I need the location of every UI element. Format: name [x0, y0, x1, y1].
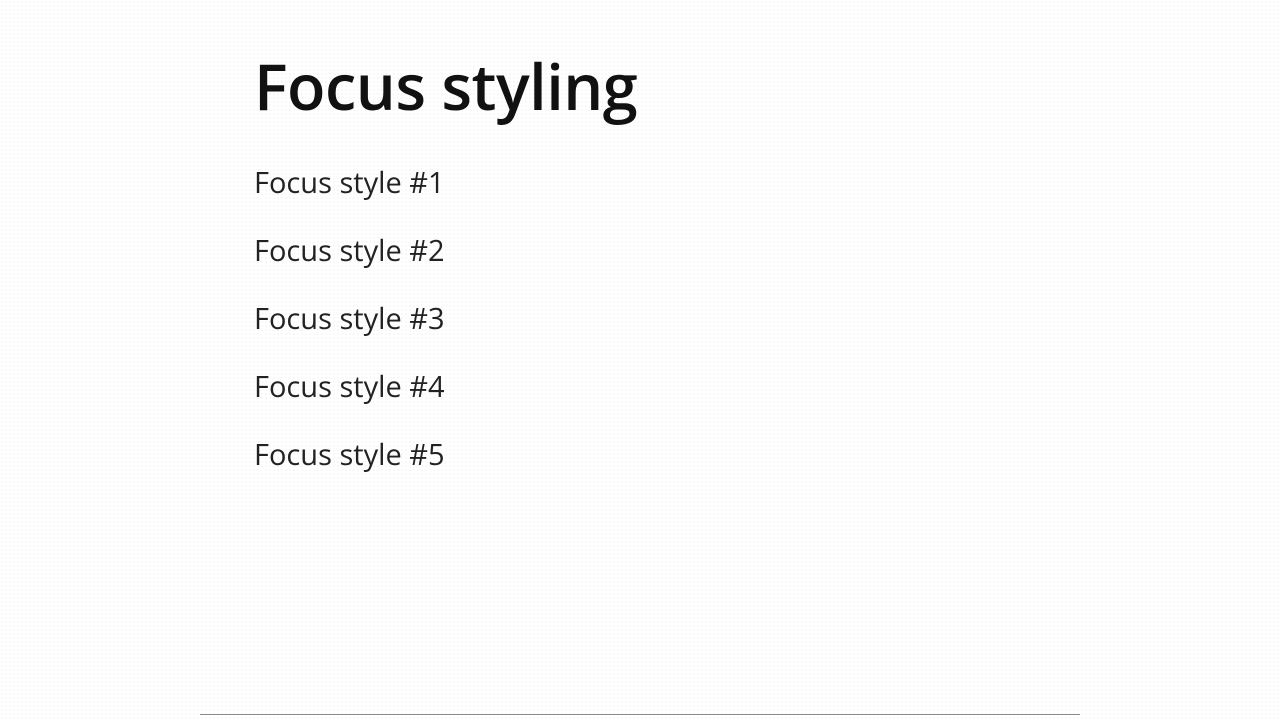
focus-style-list: Focus style #1 Focus style #2 Focus styl… — [254, 167, 1074, 470]
focus-style-link-5[interactable]: Focus style #5 — [254, 439, 445, 471]
focus-style-link-3[interactable]: Focus style #3 — [254, 303, 445, 335]
divider — [200, 714, 1080, 715]
main-content: Focus styling Focus style #1 Focus style… — [254, 52, 1074, 471]
focus-style-link-2[interactable]: Focus style #2 — [254, 235, 445, 267]
page-title: Focus styling — [254, 52, 1074, 121]
focus-style-link-4[interactable]: Focus style #4 — [254, 371, 445, 403]
focus-style-link-1[interactable]: Focus style #1 — [254, 167, 445, 199]
